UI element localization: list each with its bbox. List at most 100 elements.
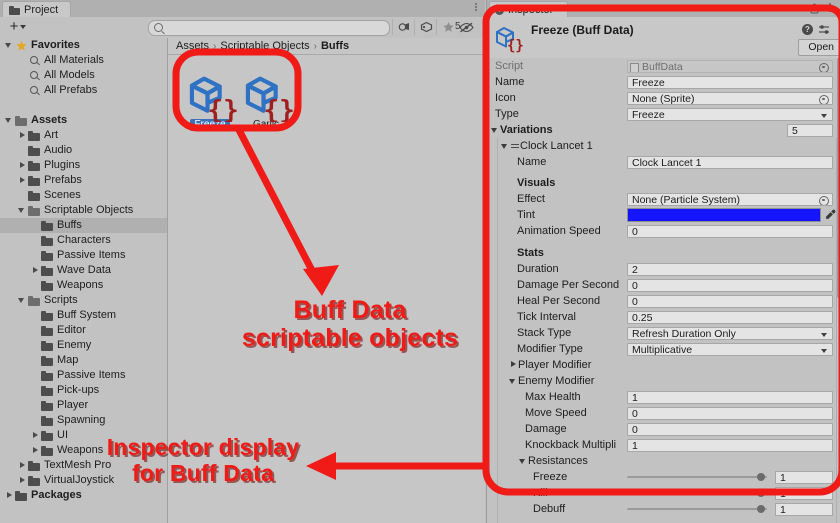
breadcrumb-item[interactable]: Assets xyxy=(176,40,209,52)
variation-element-header[interactable]: Clock Lancet 1 xyxy=(487,138,840,154)
disclosure-triangle-icon[interactable] xyxy=(30,443,41,458)
add-asset-button[interactable]: + xyxy=(4,19,32,35)
stat-field[interactable]: Refresh Duration Only xyxy=(627,326,833,340)
name-field[interactable]: Freeze xyxy=(627,75,833,89)
tree-item-art[interactable]: Art xyxy=(0,128,167,143)
tree-item-audio[interactable]: Audio xyxy=(0,143,167,158)
disclosure-triangle-icon[interactable] xyxy=(4,38,15,53)
breadcrumb-item[interactable]: Buffs xyxy=(321,40,349,52)
inspector-menu-icon[interactable] xyxy=(825,3,835,14)
disclosure-triangle-icon[interactable] xyxy=(17,458,28,473)
enemy-modifier-field[interactable]: 0 xyxy=(627,422,833,436)
color-swatch[interactable] xyxy=(627,208,821,222)
slider-knob[interactable] xyxy=(757,505,765,513)
project-menu-icon[interactable] xyxy=(471,3,481,14)
icon-field[interactable]: None (Sprite) xyxy=(627,91,833,105)
drag-handle-icon[interactable] xyxy=(510,138,520,154)
tree-item-all-prefabs[interactable]: All Prefabs xyxy=(0,83,167,98)
tree-item-buff-system[interactable]: Buff System xyxy=(0,308,167,323)
search-input[interactable] xyxy=(148,20,390,36)
preset-icon[interactable] xyxy=(818,23,831,36)
tree-item-pick-ups[interactable]: Pick-ups xyxy=(0,383,167,398)
lock-icon[interactable] xyxy=(810,3,819,14)
section-resistances[interactable]: Resistances xyxy=(487,453,840,469)
enemy-modifier-field[interactable]: 1 xyxy=(627,390,833,404)
disclosure-triangle-icon[interactable] xyxy=(491,122,500,138)
disclosure-triangle-icon[interactable] xyxy=(17,128,28,143)
disclosure-triangle-icon[interactable] xyxy=(17,158,28,173)
tree-item-enemy[interactable]: Enemy xyxy=(0,338,167,353)
disclosure-triangle-icon[interactable] xyxy=(30,428,41,443)
tree-item-player[interactable]: Player xyxy=(0,398,167,413)
breadcrumb[interactable]: Assets › Scriptable Objects › Buffs xyxy=(168,38,485,55)
tree-item-all-materials[interactable]: All Materials xyxy=(0,53,167,68)
asset-item[interactable]: {} Garlic xyxy=(236,70,296,131)
tree-item-spawning[interactable]: Spawning xyxy=(0,413,167,428)
slider-track[interactable] xyxy=(627,492,767,494)
tree-item-wave-data[interactable]: Wave Data xyxy=(0,263,167,278)
slider-knob[interactable] xyxy=(757,489,765,497)
slider-value-field[interactable]: 1 xyxy=(775,470,833,484)
label-filter-icon[interactable] xyxy=(414,19,437,35)
slider-track[interactable] xyxy=(627,476,767,478)
tree-item-packages[interactable]: Packages xyxy=(0,488,167,503)
slider-knob[interactable] xyxy=(757,473,765,481)
disclosure-triangle-icon[interactable] xyxy=(17,293,28,308)
tree-item-assets[interactable]: Assets xyxy=(0,113,167,128)
tab-inspector[interactable]: i Inspector xyxy=(489,1,569,18)
disclosure-triangle-icon[interactable] xyxy=(509,373,518,389)
tree-item-scenes[interactable]: Scenes xyxy=(0,188,167,203)
tree-item-weapons[interactable]: Weapons xyxy=(0,278,167,293)
disclosure-triangle-icon[interactable] xyxy=(17,203,28,218)
tree-item-buffs[interactable]: Buffs xyxy=(0,218,167,233)
tree-item-map[interactable]: Map xyxy=(0,353,167,368)
tree-item-all-models[interactable]: All Models xyxy=(0,68,167,83)
tab-project[interactable]: Project xyxy=(2,1,72,18)
disclosure-triangle-icon[interactable] xyxy=(30,263,41,278)
type-dropdown[interactable]: Freeze xyxy=(627,107,833,121)
effect-field[interactable]: None (Particle System) xyxy=(627,192,833,206)
tree-item-prefabs[interactable]: Prefabs xyxy=(0,173,167,188)
object-picker-icon[interactable] xyxy=(819,94,829,104)
object-picker-icon[interactable] xyxy=(819,62,829,72)
eyedropper-icon[interactable] xyxy=(825,209,836,220)
slider-track[interactable] xyxy=(627,508,767,510)
stat-field[interactable]: 0 xyxy=(627,294,833,308)
slider-value-field[interactable]: 1 xyxy=(775,486,833,500)
tree-item-scripts[interactable]: Scripts xyxy=(0,293,167,308)
object-picker-icon[interactable] xyxy=(819,195,829,205)
animation-speed-field[interactable]: 0 xyxy=(627,224,833,238)
tree-item-passive-items[interactable]: Passive Items xyxy=(0,368,167,383)
help-icon[interactable]: ? xyxy=(802,24,813,35)
disclosure-triangle-icon[interactable] xyxy=(4,113,15,128)
disclosure-triangle-icon[interactable] xyxy=(519,453,528,469)
tree-item-passive-items[interactable]: Passive Items xyxy=(0,248,167,263)
folder-open-icon xyxy=(28,295,41,306)
breadcrumb-item[interactable]: Scriptable Objects xyxy=(220,40,309,52)
tree-item-characters[interactable]: Characters xyxy=(0,233,167,248)
variation-name-field[interactable]: Clock Lancet 1 xyxy=(627,155,833,169)
open-button[interactable]: Open xyxy=(798,39,840,56)
stat-field[interactable]: 2 xyxy=(627,262,833,276)
disclosure-triangle-icon[interactable] xyxy=(17,473,28,488)
enemy-modifier-field[interactable]: 0 xyxy=(627,406,833,420)
slider-value-field[interactable]: 1 xyxy=(775,502,833,516)
stat-field[interactable]: 0 xyxy=(627,278,833,292)
asset-item[interactable]: {} Freeze xyxy=(180,70,240,131)
disclosure-triangle-icon[interactable] xyxy=(4,488,15,503)
stat-field[interactable]: 0.25 xyxy=(627,310,833,324)
disclosure-triangle-icon[interactable] xyxy=(509,357,518,373)
disclosure-triangle-icon[interactable] xyxy=(17,173,28,188)
object-filter-icon[interactable] xyxy=(392,19,415,35)
script-field[interactable]: BuffData xyxy=(627,59,833,73)
tree-item-plugins[interactable]: Plugins xyxy=(0,158,167,173)
tree-item-editor[interactable]: Editor xyxy=(0,323,167,338)
section-enemy-modifier[interactable]: Enemy Modifier xyxy=(487,373,840,389)
enemy-modifier-field[interactable]: 1 xyxy=(627,438,833,452)
tree-item-favorites[interactable]: ★ Favorites xyxy=(0,38,167,53)
variations-count-field[interactable]: 5 xyxy=(787,123,833,137)
disclosure-triangle-icon[interactable] xyxy=(501,138,510,154)
tree-item-scriptable-objects[interactable]: Scriptable Objects xyxy=(0,203,167,218)
stat-field[interactable]: Multiplicative xyxy=(627,342,833,356)
section-player-modifier[interactable]: Player Modifier xyxy=(487,357,840,373)
